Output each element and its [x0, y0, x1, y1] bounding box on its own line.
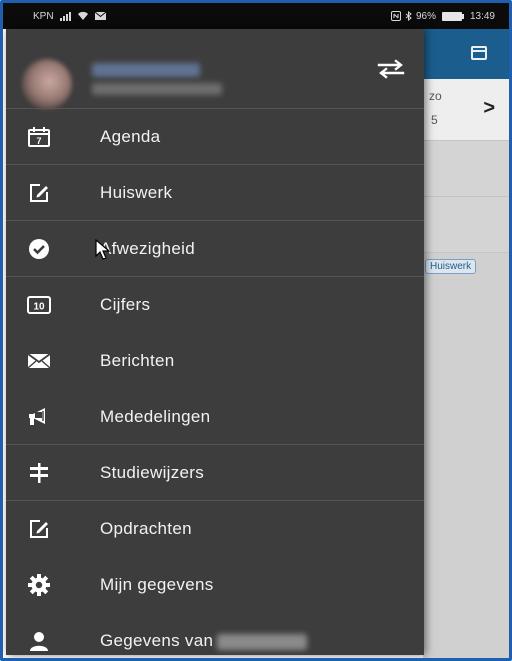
date-header: zo 5 >	[423, 79, 509, 141]
menu-item-label: Opdrachten	[100, 519, 192, 538]
agenda-row[interactable]: Huiswerk	[423, 253, 509, 283]
menu-item-label: Mijn gegevens	[100, 575, 214, 594]
menu-item-label: Gegevens van	[100, 631, 308, 651]
drawer-header	[6, 29, 424, 109]
calendar-icon[interactable]	[471, 46, 487, 60]
mouse-cursor-icon	[95, 239, 111, 260]
menu-item-mijn-gegevens[interactable]: Mijn gegevens	[6, 557, 424, 613]
menu-item-label: Cijfers	[100, 295, 151, 314]
menu-item-afwezigheid[interactable]: Afwezigheid	[6, 221, 424, 277]
battery-percent: 96%	[415, 10, 436, 22]
day-abbrev: zo	[429, 89, 442, 103]
menu-item-label: Afwezigheid	[100, 238, 195, 258]
megaphone-icon	[26, 404, 52, 430]
gear-icon	[26, 572, 52, 598]
menu-item-label: Berichten	[100, 351, 175, 370]
clock: 13:49	[469, 10, 495, 22]
screen-frame: KPN 96% 13:49 zo 5 > Huiswerk 7 Agenda H…	[0, 0, 512, 661]
user-subtitle-redacted	[92, 83, 222, 95]
bluetooth-icon	[405, 11, 412, 21]
check-circle-icon	[26, 236, 52, 262]
day-number: 5	[431, 113, 438, 127]
user-name-redacted	[92, 63, 200, 77]
menu-item-opdrachten[interactable]: Opdrachten	[6, 501, 424, 557]
signal-icon	[59, 11, 71, 21]
envelope-icon	[26, 348, 52, 374]
next-arrow-icon[interactable]: >	[483, 97, 495, 120]
signpost-icon	[26, 460, 52, 486]
battery-icon	[441, 11, 464, 21]
menu-item-label: Agenda	[100, 126, 161, 146]
status-right: 96% 13:49	[390, 10, 495, 22]
nfc-icon	[390, 11, 401, 21]
mail-icon	[94, 12, 106, 20]
menu-item-label: Studiewijzers	[100, 462, 205, 482]
menu-item-huiswerk[interactable]: Huiswerk	[6, 165, 424, 221]
edit-icon	[26, 180, 52, 206]
svg-text:7: 7	[36, 136, 41, 146]
background-app: zo 5 > Huiswerk	[423, 29, 509, 658]
edit-icon	[26, 516, 52, 542]
menu-item-cijfers[interactable]: 10 Cijfers	[6, 277, 424, 333]
agenda-row[interactable]	[423, 197, 509, 253]
wifi-icon	[77, 11, 88, 20]
menu-item-studiewijzers[interactable]: Studiewijzers	[6, 445, 424, 501]
navigation-drawer: 7 Agenda Huiswerk Afwezigheid 10 Cijfers…	[6, 29, 424, 655]
menu-item-label: Mededelingen	[100, 406, 211, 426]
menu-item-gegevens-van[interactable]: Gegevens van	[6, 613, 424, 658]
menu-item-berichten[interactable]: Berichten	[6, 333, 424, 389]
swap-account-icon[interactable]	[376, 59, 406, 79]
status-bar: KPN 96% 13:49	[3, 3, 509, 29]
app-toolbar	[423, 29, 509, 79]
calendar-icon: 7	[26, 124, 52, 150]
menu-item-label: Huiswerk	[100, 182, 173, 202]
homework-badge: Huiswerk	[425, 259, 477, 274]
carrier-label: KPN	[33, 10, 54, 22]
status-left: KPN	[33, 11, 106, 22]
menu-item-label-text: Gegevens van	[100, 631, 214, 650]
agenda-row[interactable]	[423, 141, 509, 197]
menu-item-agenda[interactable]: 7 Agenda	[6, 109, 424, 165]
person-icon	[26, 628, 52, 654]
redacted-name	[217, 633, 308, 650]
drawer-menu: 7 Agenda Huiswerk Afwezigheid 10 Cijfers…	[6, 109, 424, 658]
avatar	[22, 59, 72, 109]
grade-icon-text: 10	[33, 302, 45, 313]
menu-item-mededelingen[interactable]: Mededelingen	[6, 389, 424, 445]
grade-icon: 10	[26, 292, 52, 318]
